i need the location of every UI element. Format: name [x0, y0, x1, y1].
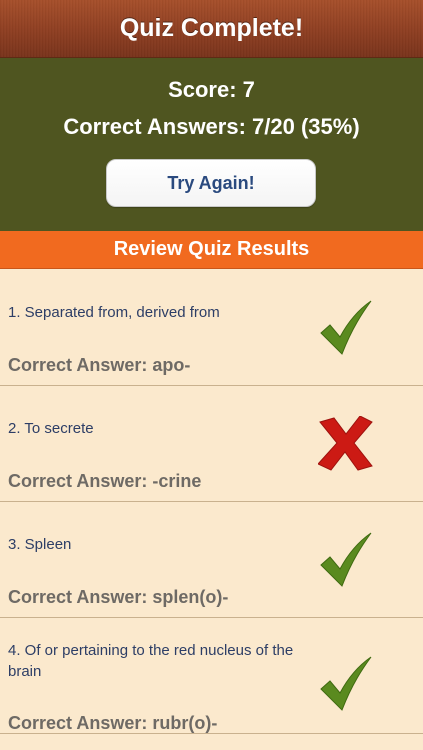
result-item: 1. Separated from, derived from Correct … — [0, 270, 423, 386]
check-icon — [320, 532, 372, 587]
correct-answer-text: Correct Answer: splen(o)- — [8, 587, 229, 607]
review-title: Review Quiz Results — [113, 238, 310, 260]
question-text: 3. Spleen — [8, 536, 72, 553]
page-title: Quiz Complete! — [119, 14, 304, 42]
result-item: 2. To secrete Correct Answer: -crine — [0, 386, 423, 502]
check-icon — [320, 300, 372, 355]
question-text: 4. Of or pertaining to the red nucleus o… — [8, 642, 294, 680]
result-item: 3. Spleen Correct Answer: splen(o)- — [0, 502, 423, 618]
correct-answers-text: Correct Answers: 7/20 (35%) — [63, 114, 360, 139]
correct-answer-text: Correct Answer: apo- — [8, 355, 191, 375]
question-text: 1. Separated from, derived from — [8, 304, 220, 321]
nav-header: Quiz Complete! — [0, 0, 423, 58]
results-list: 1. Separated from, derived from Correct … — [0, 270, 423, 734]
result-item: 4. Of or pertaining to the red nucleus o… — [0, 618, 423, 734]
correct-answer-text: Correct Answer: rubr(o)- — [8, 713, 218, 733]
x-icon — [318, 416, 373, 471]
score-panel: Score: 7 Correct Answers: 7/20 (35%) Try… — [0, 58, 423, 231]
question-text: 2. To secrete — [8, 420, 94, 437]
review-section-header: Review Quiz Results — [0, 231, 423, 269]
try-again-button[interactable]: Try Again! — [106, 159, 316, 207]
check-icon — [320, 656, 372, 711]
correct-answer-text: Correct Answer: -crine — [8, 471, 202, 491]
score-text: Score: 7 — [168, 77, 255, 102]
